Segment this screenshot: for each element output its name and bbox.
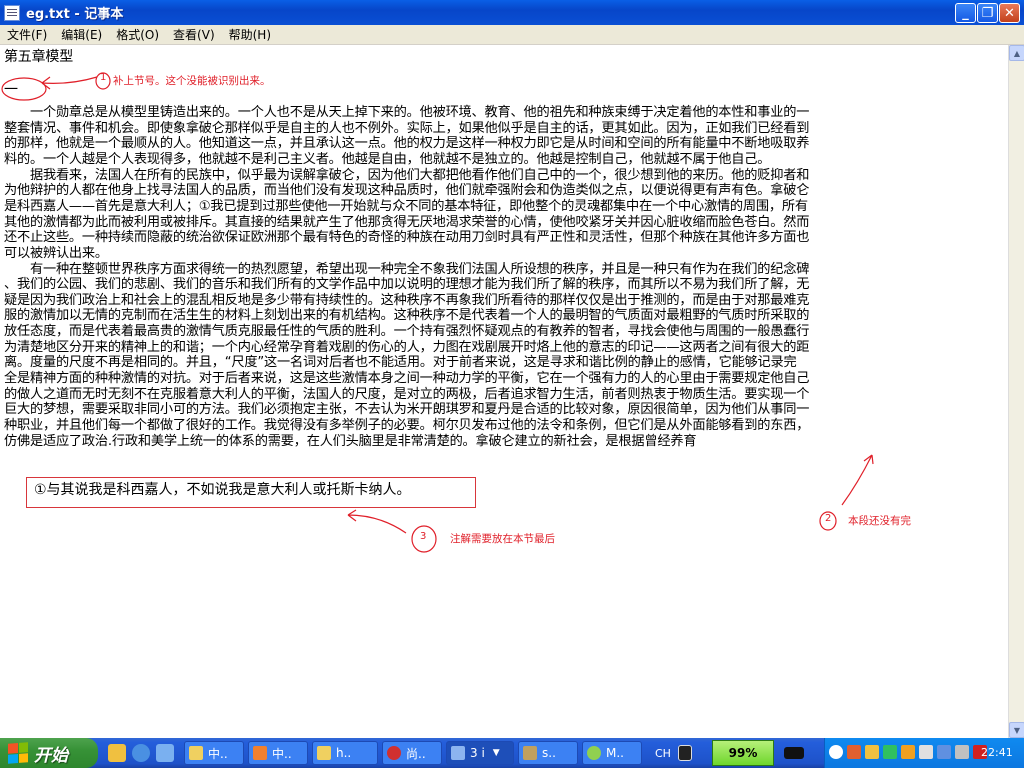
- chapter-title: 第五章模型: [4, 49, 73, 65]
- document-line: 为清楚地区分开来的精神上的和谐；一个内心经常孕育着戏剧的伤心的人，力图在戏剧展开…: [4, 339, 810, 355]
- annotation-2-arrow: [841, 454, 874, 506]
- annotation-2-number: 2: [825, 513, 832, 524]
- menu-edit[interactable]: 编辑(E): [54, 26, 109, 43]
- document-line: 是科西嘉人——首先是意大利人；①我已提到过那些使他一开始就与众不同的基本特征，即…: [4, 198, 808, 214]
- document-line: 整套情况、事件和机会。即使象拿破仑那样似乎是自主的人也不例外。实际上，如果他似乎…: [4, 120, 810, 136]
- annotation-1-text: 补上节号。这个没能被识别出来。: [113, 75, 271, 87]
- title-bar[interactable]: eg.txt - 记事本 _ ❐ ✕: [0, 0, 1024, 25]
- menu-view[interactable]: 查看(V): [166, 26, 222, 43]
- document-line: 其他的激情都为此而被利用或被排斥。其直接的结果就产生了他那贪得无厌地渴求荣誉的心…: [4, 214, 810, 230]
- tray-icon-4[interactable]: [901, 745, 915, 759]
- text-editor[interactable]: 第五章模型 一 一个勋章总是从模型里铸造出来的。一个人也不是从天上掉下来的。他被…: [0, 45, 1008, 738]
- notepad-icon[interactable]: [4, 4, 20, 21]
- minimize-button[interactable]: _: [955, 3, 976, 23]
- document-line: 放任态度，而是代表着最高贵的激情气质克服最任性的气质的胜利。一个持有强烈怀疑观点…: [4, 324, 810, 340]
- document-line: 离。度量的尺度不再是相同的。并且，“尺度”这一名词对后者也不能适用。对于前者来说…: [4, 355, 797, 371]
- document-line: 有一种在整顿世界秩序方面求得统一的热烈愿望，希望出现一种完全不象我们法国人所设想…: [4, 261, 810, 277]
- tray-icon-3[interactable]: [883, 745, 897, 759]
- window-title: eg.txt - 记事本: [26, 7, 124, 22]
- annotation-3-number: 3: [420, 531, 427, 542]
- taskbar-item-2[interactable]: 中..: [248, 741, 308, 765]
- internet-explorer-icon[interactable]: [132, 744, 150, 762]
- language-indicator[interactable]: CH: [655, 747, 671, 760]
- annotation-1-number: 1: [100, 72, 107, 83]
- start-label: 开始: [34, 745, 68, 766]
- document-line: 巨大的梦想，需要采取非同小可的方法。我们必须抱定主张，不去认为米开朗琪罗和夏丹是…: [4, 402, 810, 418]
- taskbar: 开始 中.. 中.. h.. 尚.. 3 i ▼ s.. M.. CH 99% 2…: [0, 738, 1024, 768]
- menu-format[interactable]: 格式(O): [109, 26, 166, 43]
- menu-help[interactable]: 帮助(H): [222, 26, 278, 43]
- maximize-button[interactable]: ❐: [977, 3, 998, 23]
- annotation-3-arrow: [347, 509, 407, 534]
- document-line: 还不止这些。一种持续而隐蔽的统治欲保证欧洲那个最有特色的奇怪的种族在动用刀剑时具…: [4, 230, 810, 246]
- taskbar-item-4[interactable]: 尚..: [382, 741, 442, 765]
- document-line: 全是精神方面的种种激情的对抗。对于后者来说，这是这些激情本身之间一种动力学的平衡…: [4, 371, 810, 387]
- document-line: 疑是因为我们政治上和社会上的混乱相反地是多少带有持续性的。这种秩序不再象我们所看…: [4, 292, 810, 308]
- footnote-text: ①与其说我是科西嘉人，不如说我是意大利人或托斯卡纳人。: [34, 482, 411, 498]
- document-line: 、我们的公园、我们的悲剧、我们的音乐和我们所有的文学作品中加以说明的理想才能为我…: [4, 277, 810, 293]
- vertical-scrollbar[interactable]: ▲ ▼: [1008, 45, 1024, 738]
- tray-icon-2[interactable]: [865, 745, 879, 759]
- menu-bar: 文件(F) 编辑(E) 格式(O) 查看(V) 帮助(H): [0, 25, 1024, 45]
- document-line: 为他辩护的人都在他身上找寻法国人的品质，而当他们没有发现这种品质时，他们就牵强附…: [4, 183, 810, 199]
- tray-icon-7[interactable]: [955, 745, 969, 759]
- document-line: 料的。一个人越是个人表现得多，他就越不是利己主义者。他越是自由，他就越不是独立的…: [4, 151, 771, 167]
- notepad-window: eg.txt - 记事本 _ ❐ ✕ 文件(F) 编辑(E) 格式(O) 查看(…: [0, 0, 1024, 738]
- tray-icon-1[interactable]: [847, 745, 861, 759]
- taskbar-item-7[interactable]: M..: [582, 741, 642, 765]
- power-plug-icon[interactable]: [784, 747, 804, 759]
- windows-logo-icon: [8, 742, 28, 764]
- tray-expand-icon[interactable]: [829, 745, 843, 759]
- annotation-1-arrow: [41, 76, 98, 90]
- start-button[interactable]: 开始: [0, 738, 98, 768]
- document-line: 的做人之道而无时无刻不在克服着意大利人的平衡，法国人的尺度，是对立的两极，后者追…: [4, 386, 810, 402]
- taskbar-item-1[interactable]: 中..: [184, 741, 244, 765]
- network-icon[interactable]: [937, 745, 951, 759]
- document-line: 一个勋章总是从模型里铸造出来的。一个人也不是从天上掉下来的。他被环境、教育、他的…: [4, 105, 810, 120]
- system-tray: 22:41: [824, 738, 1024, 768]
- clock: 22:41: [981, 746, 1013, 759]
- scroll-down-button[interactable]: ▼: [1009, 722, 1024, 738]
- chevron-down-icon[interactable]: ▼: [493, 748, 500, 758]
- annotation-3-text: 注解需要放在本节最后: [450, 533, 555, 545]
- taskbar-item-3[interactable]: h..: [312, 741, 378, 765]
- input-method-icon[interactable]: [678, 745, 692, 761]
- close-button[interactable]: ✕: [999, 3, 1020, 23]
- taskbar-item-5[interactable]: 3 i ▼: [446, 741, 514, 765]
- signal-icon[interactable]: [919, 745, 933, 759]
- menu-file[interactable]: 文件(F): [0, 26, 54, 43]
- annotation-2-text: 本段还没有完: [848, 515, 911, 527]
- quicklaunch-app-icon[interactable]: [108, 744, 126, 762]
- document-line: 可以被辨认出来。: [4, 245, 108, 261]
- scroll-up-button[interactable]: ▲: [1009, 45, 1024, 61]
- document-line: 据我看来，法国人在所有的民族中，似乎最为误解拿破仑，因为他们大都把他看作他们自己…: [4, 167, 810, 183]
- document-line: 种职业，并且他们每一个都做了很好的工作。我觉得没有多举例子的必要。柯尔贝发布过他…: [4, 418, 810, 433]
- quicklaunch-window-icon[interactable]: [156, 744, 174, 762]
- document-line: 的那样，他就是一个最顺从的人。他知道这一点，并且承认这一点。他的权力是这样一种权…: [4, 136, 810, 152]
- battery-indicator[interactable]: 99%: [712, 740, 774, 766]
- taskbar-item-6[interactable]: s..: [518, 741, 578, 765]
- section-mark: 一: [4, 82, 18, 98]
- document-line: 服的激情加以无情的克制而在活生生的材料上刻划出来的有机结构。这种秩序不是代表着一…: [4, 308, 810, 324]
- document-line: 仿佛是适应了政治.行政和美学上统一的体系的需要，在人们头脑里是非常清楚的。拿破仑…: [4, 433, 697, 449]
